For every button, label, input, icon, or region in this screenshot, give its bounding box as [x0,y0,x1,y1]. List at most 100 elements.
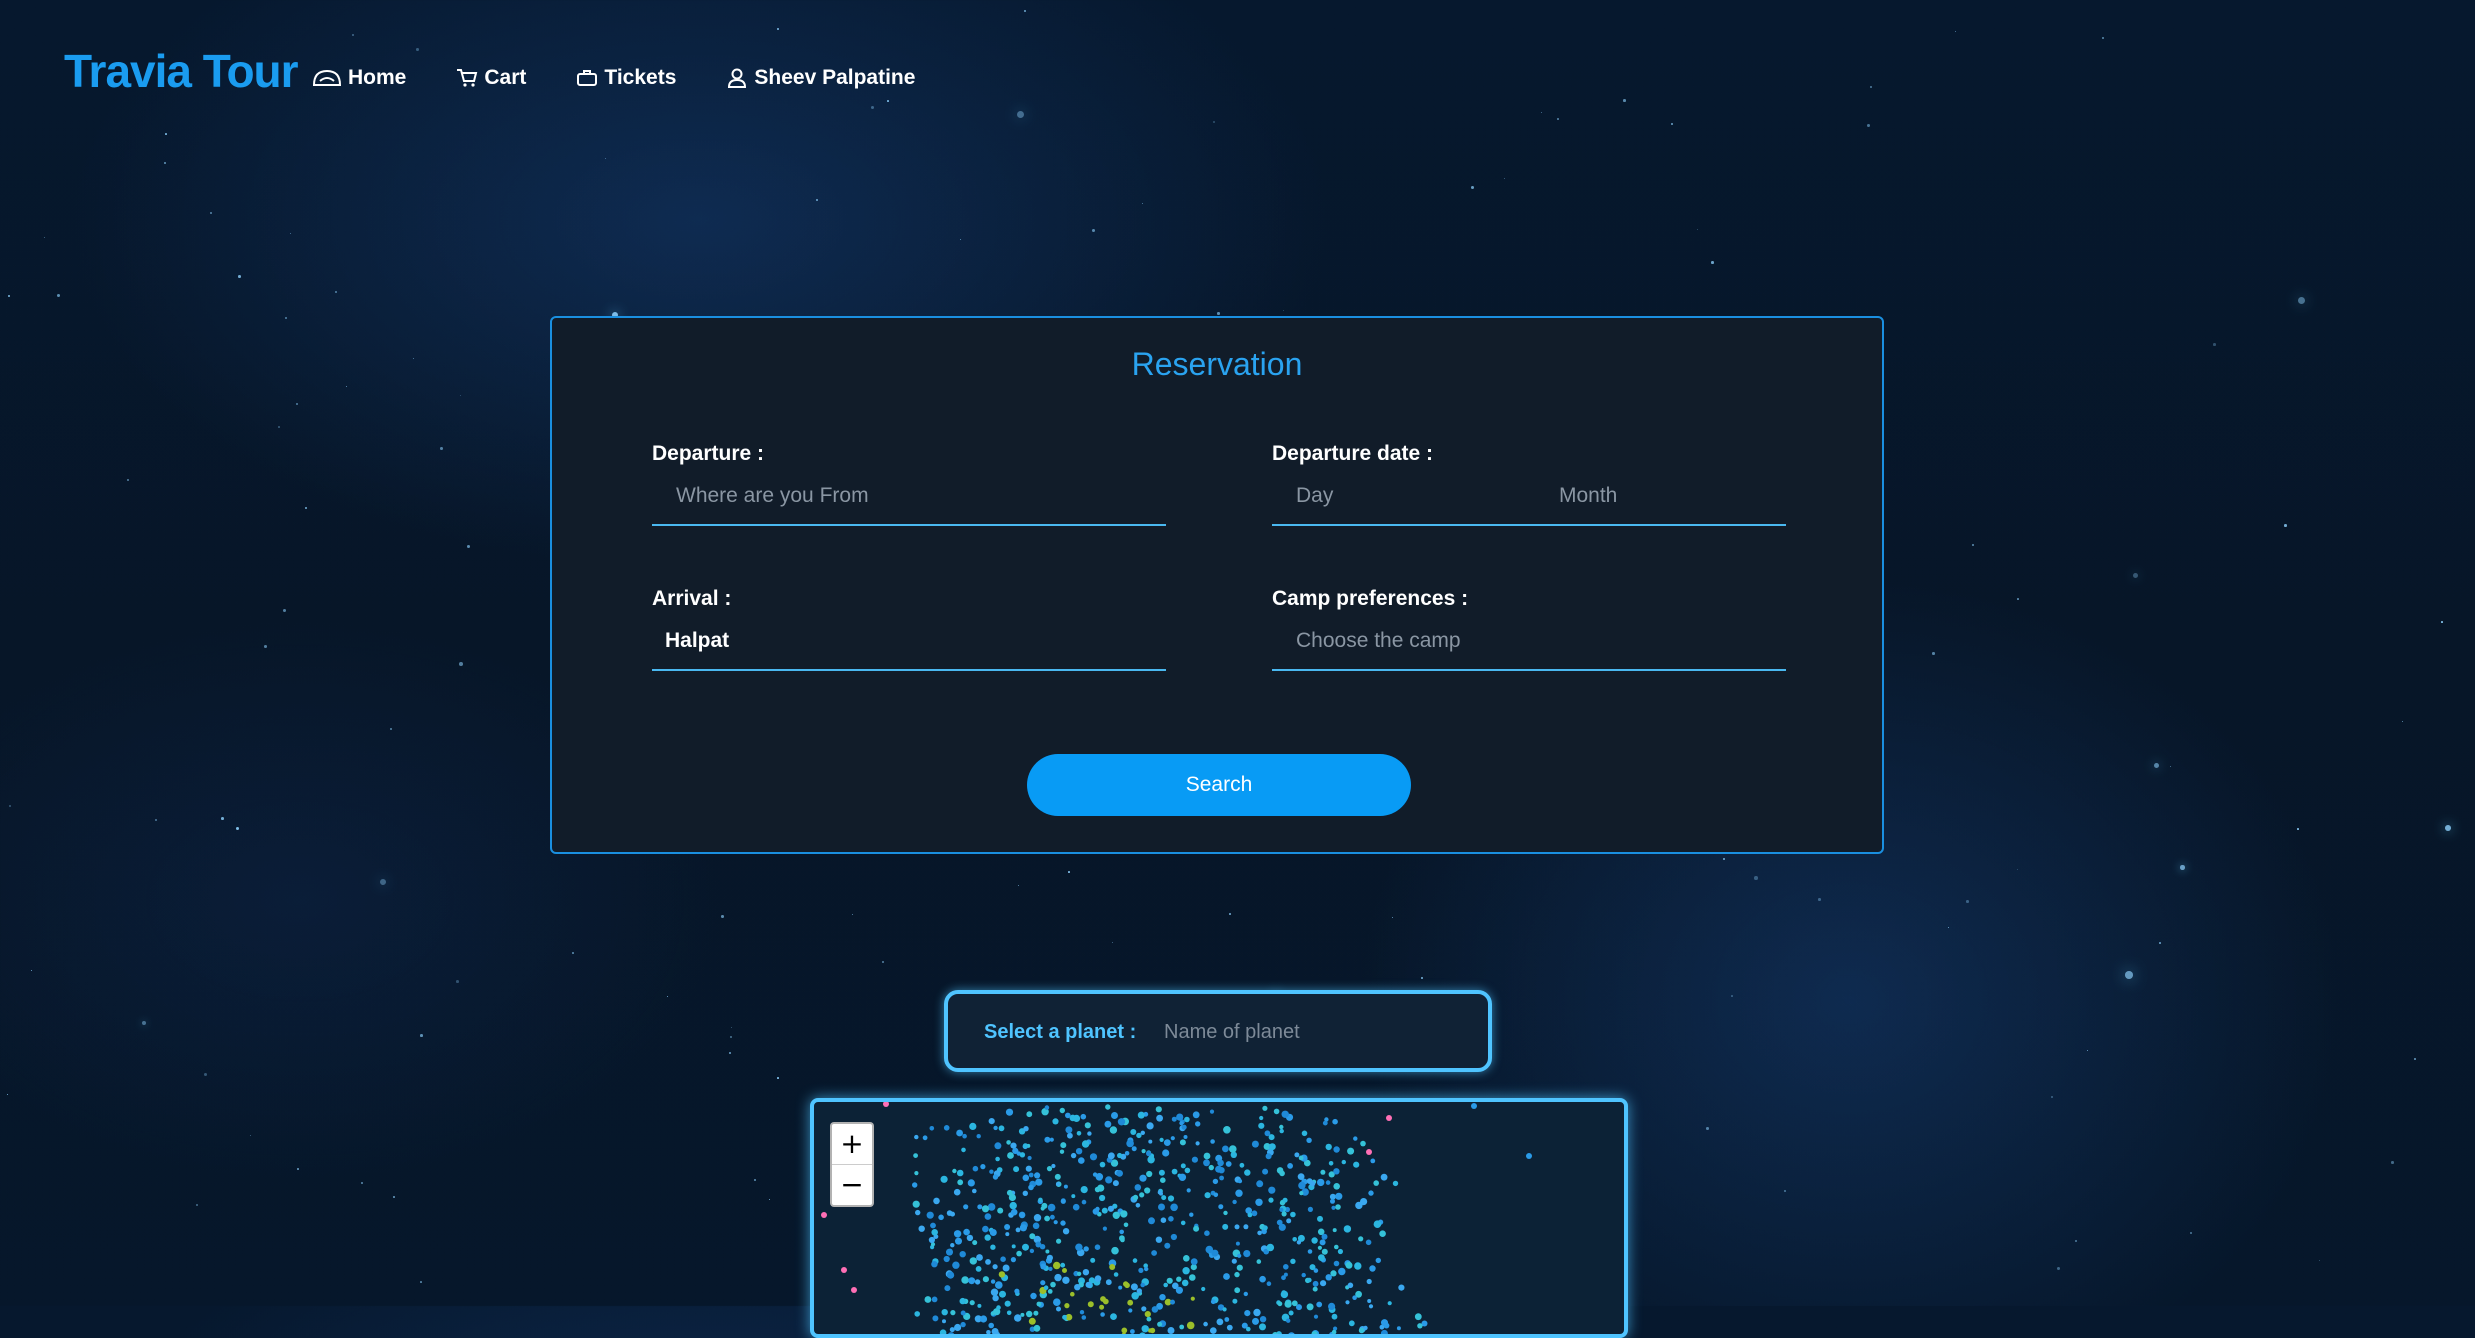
map-point[interactable] [1234,1272,1239,1277]
map-point[interactable] [1342,1160,1346,1164]
map-point[interactable] [1095,1275,1102,1282]
map-point[interactable] [999,1291,1006,1298]
map-point[interactable] [1029,1318,1036,1325]
map-point[interactable] [988,1323,994,1329]
map-point[interactable] [1397,1326,1401,1330]
map-point[interactable] [1203,1322,1208,1327]
map-point[interactable] [1187,1322,1195,1330]
nav-home[interactable]: Home [312,66,406,90]
map-point[interactable] [1074,1284,1080,1290]
map-point[interactable] [1330,1199,1335,1204]
map-point[interactable] [1139,1175,1146,1182]
map-point[interactable] [1353,1136,1357,1140]
map-point[interactable] [1257,1259,1262,1264]
map-point[interactable] [954,1189,961,1196]
map-point[interactable] [1246,1327,1251,1332]
map-point[interactable] [1020,1224,1027,1231]
map-point[interactable] [1061,1199,1066,1204]
map-point[interactable] [1184,1117,1190,1123]
map-point[interactable] [952,1262,959,1269]
map-point[interactable] [1263,1225,1268,1230]
map-point[interactable] [980,1164,985,1169]
map-point[interactable] [1148,1140,1152,1144]
map-point[interactable] [1179,1325,1184,1330]
map-point[interactable] [1314,1315,1318,1319]
map-point[interactable] [1338,1268,1345,1275]
map-point[interactable] [1203,1159,1210,1166]
map-point[interactable] [1348,1283,1354,1289]
map-point[interactable] [1316,1302,1322,1308]
map-point[interactable] [1223,1307,1227,1311]
map-point[interactable] [931,1261,937,1267]
map-point[interactable] [1050,1282,1056,1288]
map-point[interactable] [1187,1188,1191,1192]
map-point[interactable] [930,1126,935,1131]
map-point[interactable] [1168,1216,1174,1222]
map-point[interactable] [1333,1228,1337,1232]
map-point[interactable] [1196,1141,1200,1145]
map-point[interactable] [1217,1160,1224,1167]
map-point[interactable] [1334,1261,1340,1267]
map-point[interactable] [1326,1144,1332,1150]
map-point[interactable] [1093,1172,1097,1176]
map-point[interactable] [1159,1192,1163,1196]
month-select[interactable]: Month [1559,484,1617,508]
map-point[interactable] [1373,1180,1379,1186]
map-point[interactable] [932,1297,938,1303]
map-point[interactable] [1307,1303,1314,1310]
map-point[interactable] [1259,1323,1266,1330]
map-point[interactable] [956,1130,963,1137]
map-point[interactable] [1280,1129,1284,1133]
map-point[interactable] [1172,1117,1177,1122]
map-point[interactable] [1354,1262,1361,1269]
map-point[interactable] [1045,1250,1049,1254]
map-point[interactable] [1141,1131,1145,1135]
map-point[interactable] [1054,1220,1058,1224]
map-point[interactable] [923,1135,928,1140]
map-point[interactable] [1302,1273,1306,1277]
map-point[interactable] [1210,1139,1215,1144]
map-point[interactable] [1269,1143,1276,1150]
map-point[interactable] [1195,1121,1200,1126]
map-point[interactable] [977,1204,982,1209]
map-point[interactable] [1033,1223,1040,1230]
map-point[interactable] [1048,1267,1052,1271]
map-point[interactable] [1034,1172,1040,1178]
map-point[interactable] [970,1257,977,1264]
map-point[interactable] [1252,1141,1259,1148]
map-point[interactable] [1051,1164,1055,1168]
map-point[interactable] [1151,1250,1157,1256]
map-point[interactable] [1066,1335,1072,1338]
map-point[interactable] [1060,1108,1065,1113]
map-point[interactable] [1235,1224,1240,1229]
camp-select[interactable]: Choose the camp [1272,629,1786,671]
map-point[interactable] [940,1329,947,1336]
map-point[interactable] [1290,1259,1295,1264]
map-point[interactable] [1152,1306,1159,1313]
map-point[interactable] [1044,1216,1050,1222]
map-point[interactable] [1073,1204,1080,1211]
map-point[interactable] [1331,1206,1335,1210]
map-point[interactable] [1083,1269,1089,1275]
map-point[interactable] [1282,1211,1287,1216]
map-point[interactable] [1052,1118,1058,1124]
map-point[interactable] [1065,1126,1072,1133]
map-point[interactable] [977,1134,981,1138]
map-point[interactable] [1085,1122,1091,1128]
map-point[interactable] [1141,1306,1146,1311]
map-point[interactable] [1308,1207,1313,1212]
map-point[interactable] [1272,1332,1278,1338]
map-point[interactable] [999,1125,1005,1131]
map-point[interactable] [1100,1162,1106,1168]
map-point[interactable] [994,1142,1001,1149]
map-point[interactable] [1105,1104,1110,1109]
map-point[interactable] [1128,1308,1132,1312]
map-point[interactable] [1256,1180,1263,1187]
map-point[interactable] [1117,1153,1122,1158]
map-point[interactable] [1366,1149,1372,1155]
map-point[interactable] [1034,1325,1041,1332]
map-point[interactable] [957,1179,963,1185]
map-point[interactable] [914,1311,920,1317]
map-point[interactable] [1023,1143,1028,1148]
map-point[interactable] [942,1309,948,1315]
